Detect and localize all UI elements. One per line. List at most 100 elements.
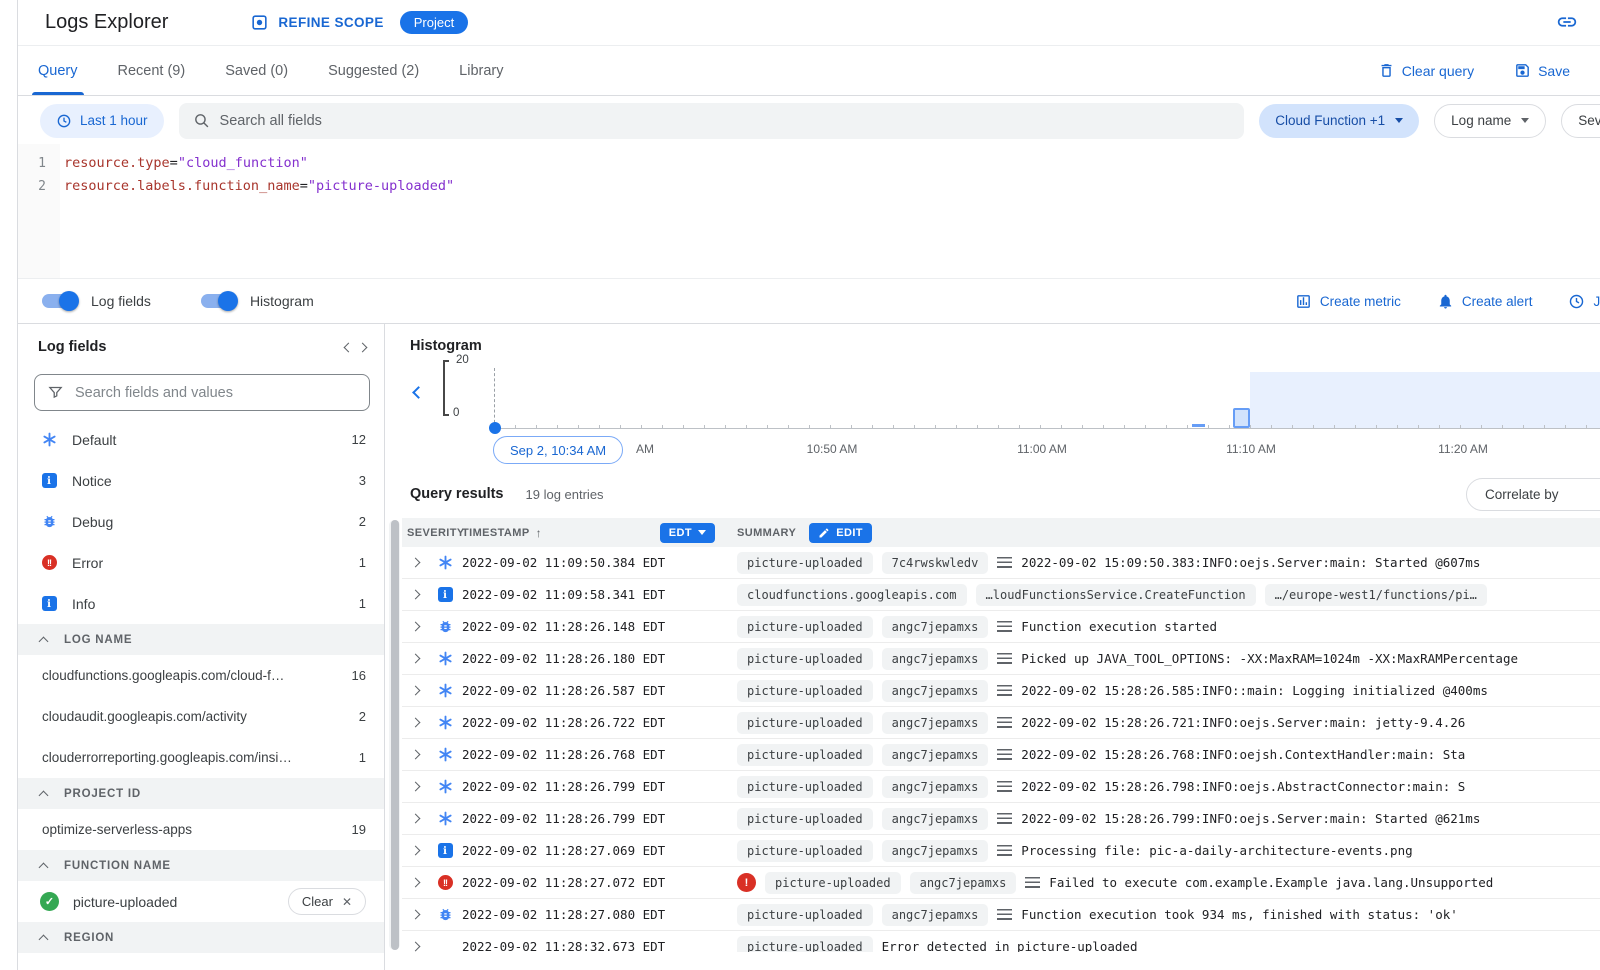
histogram-selection-region[interactable] xyxy=(1250,372,1600,428)
editor-code[interactable]: resource.type="cloud_function"resource.l… xyxy=(60,144,454,278)
log-label-chip[interactable]: angc7jepamxs xyxy=(882,712,989,734)
field-item-picture-uploaded[interactable]: ✓picture-uploadedClear✕ xyxy=(18,881,384,922)
log-label-chip[interactable]: angc7jepamxs xyxy=(882,776,989,798)
field-item-clouderrorreporting-googleapis-com-insi[interactable]: clouderrorreporting.googleapis.com/insi…… xyxy=(18,737,384,778)
log-label-chip[interactable]: angc7jepamxs xyxy=(882,904,989,926)
field-item-optimize-serverless-apps[interactable]: optimize-serverless-apps19 xyxy=(18,809,384,850)
log-label-chip[interactable]: picture-uploaded xyxy=(737,712,873,734)
save-button[interactable]: Save xyxy=(1514,62,1570,79)
log-label-chip[interactable]: 7c4rwskwledv xyxy=(882,552,989,574)
severity-item-debug[interactable]: Debug2 xyxy=(18,501,384,542)
correlate-by-button[interactable]: Correlate by xyxy=(1466,478,1600,511)
create-metric-button[interactable]: Create metric xyxy=(1295,293,1401,310)
histogram-back-button[interactable] xyxy=(414,384,423,402)
log-row[interactable]: 2022-09-02 11:28:26.587 EDTpicture-uploa… xyxy=(402,675,1600,707)
expand-row-chevron[interactable] xyxy=(402,591,428,598)
expand-row-chevron[interactable] xyxy=(402,751,428,758)
tab-saved-0[interactable]: Saved (0) xyxy=(205,46,308,95)
severity-column-header[interactable]: SEVERITY xyxy=(402,527,462,539)
log-fields-toggle[interactable]: Log fields xyxy=(42,293,151,309)
log-row[interactable]: 2022-09-02 11:09:50.384 EDTpicture-uploa… xyxy=(402,547,1600,579)
log-row[interactable]: i2022-09-02 11:28:27.069 EDTpicture-uplo… xyxy=(402,835,1600,867)
log-label-chip[interactable]: picture-uploaded xyxy=(765,872,901,894)
clear-query-button[interactable]: Clear query xyxy=(1378,62,1474,79)
log-label-chip[interactable]: cloudfunctions.googleapis.com xyxy=(737,584,967,606)
log-row[interactable]: !!2022-09-02 11:28:27.072 EDT!picture-up… xyxy=(402,867,1600,899)
results-scrollbar[interactable] xyxy=(389,520,400,950)
log-row[interactable]: i2022-09-02 11:09:58.341 EDTcloudfunctio… xyxy=(402,579,1600,611)
log-row[interactable]: 2022-09-02 11:28:26.180 EDTpicture-uploa… xyxy=(402,643,1600,675)
log-row[interactable]: 2022-09-02 11:28:26.768 EDTpicture-uploa… xyxy=(402,739,1600,771)
severity-item-default[interactable]: Default12 xyxy=(18,419,384,460)
toggle-switch[interactable] xyxy=(201,294,235,308)
severity-item-info[interactable]: iInfo1 xyxy=(18,583,384,624)
expand-row-chevron[interactable] xyxy=(402,943,428,950)
tab-query[interactable]: Query xyxy=(18,46,98,95)
log-label-chip[interactable]: angc7jepamxs xyxy=(882,648,989,670)
log-label-chip[interactable]: picture-uploaded xyxy=(737,936,873,953)
tab-recent-9[interactable]: Recent (9) xyxy=(98,46,206,95)
edit-summary-button[interactable]: EDIT xyxy=(809,523,872,543)
search-input[interactable] xyxy=(220,113,1231,129)
histogram-toggle[interactable]: Histogram xyxy=(201,293,314,309)
share-link-icon[interactable] xyxy=(1556,11,1578,38)
log-label-chip[interactable]: picture-uploaded xyxy=(737,680,873,702)
log-label-chip[interactable]: picture-uploaded xyxy=(737,776,873,798)
log-label-chip[interactable]: angc7jepamxs xyxy=(882,840,989,862)
clear-filter-button[interactable]: Clear✕ xyxy=(288,888,366,915)
search-all-fields[interactable] xyxy=(179,103,1245,139)
log-label-chip[interactable]: picture-uploaded xyxy=(737,648,873,670)
refine-scope-button[interactable]: REFINE SCOPE xyxy=(250,13,383,32)
expand-row-chevron[interactable] xyxy=(402,911,428,918)
log-name-filter-dropdown[interactable]: Log name xyxy=(1434,104,1546,138)
field-item-cloudaudit-googleapis-com-activity[interactable]: cloudaudit.googleapis.com/activity2 xyxy=(18,696,384,737)
log-row[interactable]: 2022-09-02 11:28:26.722 EDTpicture-uploa… xyxy=(402,707,1600,739)
create-alert-button[interactable]: Create alert xyxy=(1437,293,1533,310)
time-range-button[interactable]: Last 1 hour xyxy=(40,104,164,138)
toggle-switch[interactable] xyxy=(42,294,76,308)
collapse-panel-button[interactable] xyxy=(345,344,366,351)
jump-to-now-button[interactable]: Jump to now xyxy=(1568,293,1600,310)
severity-item-notice[interactable]: iNotice3 xyxy=(18,460,384,501)
log-label-chip[interactable]: angc7jepamxs xyxy=(882,680,989,702)
log-row[interactable]: 2022-09-02 11:28:32.673 EDTpicture-uploa… xyxy=(402,931,1600,952)
log-label-chip[interactable]: angc7jepamxs xyxy=(882,616,989,638)
section-header-region[interactable]: REGION xyxy=(18,922,384,953)
severity-item-error[interactable]: !!Error1 xyxy=(18,542,384,583)
expand-row-chevron[interactable] xyxy=(402,687,428,694)
sort-ascending-icon[interactable]: ↑ xyxy=(536,526,542,540)
scope-project-badge[interactable]: Project xyxy=(400,11,468,34)
expand-row-chevron[interactable] xyxy=(402,783,428,790)
log-label-chip[interactable]: picture-uploaded xyxy=(737,616,873,638)
section-header-log-name[interactable]: LOG NAME xyxy=(18,624,384,655)
timezone-selector[interactable]: EDT xyxy=(660,523,715,543)
log-label-chip[interactable]: angc7jepamxs xyxy=(910,872,1017,894)
log-label-chip[interactable]: angc7jepamxs xyxy=(882,744,989,766)
expand-row-chevron[interactable] xyxy=(402,655,428,662)
expand-row-chevron[interactable] xyxy=(402,719,428,726)
log-label-chip[interactable]: picture-uploaded xyxy=(737,904,873,926)
histogram-start-time-pill[interactable]: Sep 2, 10:34 AM xyxy=(493,436,623,464)
severity-filter-dropdown[interactable]: Severity xyxy=(1561,104,1600,138)
fields-search-box[interactable] xyxy=(34,374,370,411)
log-label-chip[interactable]: picture-uploaded xyxy=(737,808,873,830)
histogram-bar[interactable] xyxy=(1192,424,1205,427)
log-row[interactable]: 2022-09-02 11:28:27.080 EDTpicture-uploa… xyxy=(402,899,1600,931)
expand-row-chevron[interactable] xyxy=(402,815,428,822)
expand-row-chevron[interactable] xyxy=(402,623,428,630)
query-editor[interactable]: 12 resource.type="cloud_function"resourc… xyxy=(18,144,1600,278)
fields-search-input[interactable] xyxy=(75,385,357,401)
expand-row-chevron[interactable] xyxy=(402,879,428,886)
log-label-chip[interactable]: picture-uploaded xyxy=(737,552,873,574)
query-line[interactable]: resource.labels.function_name="picture-u… xyxy=(64,175,454,198)
section-header-project-id[interactable]: PROJECT ID xyxy=(18,778,384,809)
histogram-bar-selected[interactable] xyxy=(1233,408,1250,428)
expand-row-chevron[interactable] xyxy=(402,847,428,854)
log-row[interactable]: 2022-09-02 11:28:26.799 EDTpicture-uploa… xyxy=(402,771,1600,803)
tab-library[interactable]: Library xyxy=(439,46,523,95)
log-row[interactable]: 2022-09-02 11:28:26.799 EDTpicture-uploa… xyxy=(402,803,1600,835)
expand-row-chevron[interactable] xyxy=(402,559,428,566)
log-label-chip[interactable]: …loudFunctionsService.CreateFunction xyxy=(976,584,1256,606)
resource-filter-dropdown[interactable]: Cloud Function +1 xyxy=(1259,104,1419,138)
field-item-cloudfunctions-googleapis-com-cloud-f[interactable]: cloudfunctions.googleapis.com/cloud-f…16 xyxy=(18,655,384,696)
